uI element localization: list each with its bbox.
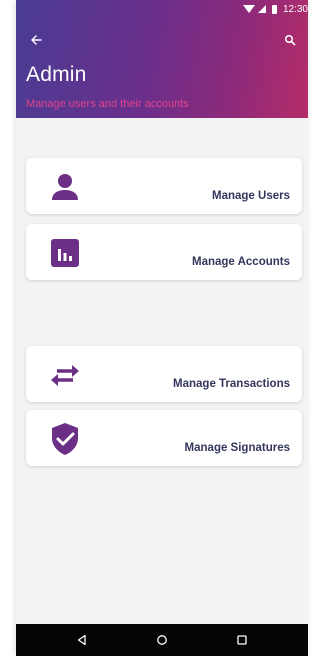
wifi-icon [242, 5, 255, 13]
swap-arrows-icon [48, 358, 82, 392]
battery-icon [271, 4, 277, 14]
manage-transactions-card[interactable]: Manage Transactions [26, 346, 302, 402]
page-title: Admin [26, 63, 87, 86]
shield-check-icon [48, 422, 82, 456]
nav-home-button[interactable] [151, 629, 173, 651]
system-nav-bar [16, 624, 308, 656]
arrow-left-icon [31, 35, 42, 45]
search-icon [284, 34, 296, 46]
nav-recents-button[interactable] [231, 629, 253, 651]
signal-icon [257, 5, 266, 13]
app-screen: 12:30 Admin Manage users and their accou… [16, 0, 308, 656]
bar-chart-icon [48, 236, 82, 270]
status-bar: 12:30 [16, 0, 308, 18]
manage-accounts-label: Manage Accounts [192, 256, 290, 268]
manage-users-card[interactable]: Manage Users [26, 158, 302, 214]
square-recents-icon [237, 635, 247, 645]
search-button[interactable] [280, 30, 300, 50]
user-icon [48, 170, 82, 204]
back-button[interactable] [26, 30, 46, 50]
manage-accounts-card[interactable]: Manage Accounts [26, 224, 302, 280]
page-subtitle: Manage users and their accounts [26, 98, 189, 110]
nav-back-button[interactable] [71, 629, 93, 651]
triangle-back-icon [77, 634, 86, 646]
app-header: 12:30 Admin Manage users and their accou… [16, 0, 308, 118]
manage-transactions-label: Manage Transactions [173, 378, 290, 390]
manage-signatures-card[interactable]: Manage Signatures [26, 410, 302, 466]
circle-home-icon [157, 635, 167, 645]
manage-signatures-label: Manage Signatures [184, 442, 290, 454]
status-time: 12:30 [282, 3, 308, 15]
manage-users-label: Manage Users [212, 190, 290, 202]
